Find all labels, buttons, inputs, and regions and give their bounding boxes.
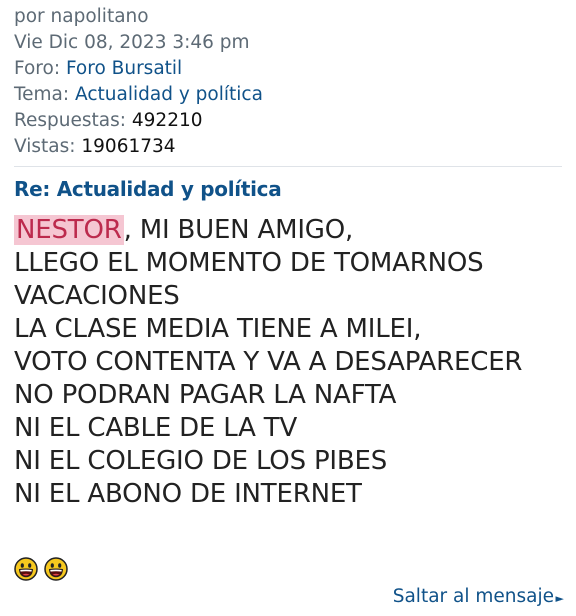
post-line: NO PODRAN PAGAR LA NAFTA bbox=[14, 380, 397, 410]
post-author: por napolitano bbox=[14, 4, 562, 30]
author-line[interactable]: por napolitano bbox=[14, 6, 149, 27]
post-line: VOTO CONTENTA Y VA A DESAPARECER bbox=[14, 347, 523, 377]
post-line: VACACIONES bbox=[14, 281, 180, 311]
views-row: Vistas: 19061734 bbox=[14, 134, 562, 160]
post-line: NI EL COLEGIO DE LOS PIBES bbox=[14, 446, 388, 476]
topic-label: Tema: bbox=[14, 84, 70, 105]
replies-label: Respuestas: bbox=[14, 110, 126, 131]
post-line: NI EL CABLE DE LA TV bbox=[14, 413, 298, 443]
replies-row: Respuestas: 492210 bbox=[14, 108, 562, 134]
forum-label: Foro: bbox=[14, 58, 61, 79]
forum-row: Foro: Foro Bursatil bbox=[14, 56, 562, 82]
post-line: LA CLASE MEDIA TIENE A MILEI, bbox=[14, 314, 422, 344]
post-line: NI EL ABONO DE INTERNET bbox=[14, 479, 362, 509]
search-highlight: NESTOR bbox=[14, 215, 124, 245]
divider bbox=[14, 166, 562, 167]
post-line: LLEGO EL MOMENTO DE TOMARNOS bbox=[14, 248, 484, 278]
views-count: 19061734 bbox=[81, 136, 176, 157]
laughing-smiley-icon bbox=[44, 557, 68, 581]
replies-count: 492210 bbox=[131, 110, 203, 131]
post-body: NESTOR, MI BUEN AMIGO, LLEGO EL MOMENTO … bbox=[14, 214, 562, 511]
post-title-link[interactable]: Re: Actualidad y política bbox=[14, 175, 562, 203]
post-date: Vie Dic 08, 2023 3:46 pm bbox=[14, 30, 562, 56]
laughing-smiley-icon bbox=[14, 557, 38, 581]
topic-row: Tema: Actualidad y política bbox=[14, 82, 562, 108]
search-result-post: por napolitano Vie Dic 08, 2023 3:46 pm … bbox=[14, 4, 562, 511]
post-line-text: , MI BUEN AMIGO, bbox=[123, 215, 354, 245]
post-line: NESTOR, MI BUEN AMIGO, bbox=[14, 214, 562, 247]
topic-link[interactable]: Actualidad y política bbox=[75, 84, 263, 105]
post-date-text: Vie Dic 08, 2023 3:46 pm bbox=[14, 32, 250, 53]
jump-to-post-link[interactable]: Saltar al mensaje bbox=[393, 584, 554, 610]
views-label: Vistas: bbox=[14, 136, 76, 157]
forum-link[interactable]: Foro Bursatil bbox=[66, 58, 182, 79]
smilies-row bbox=[14, 557, 68, 581]
chevron-right-icon: ► bbox=[555, 592, 564, 605]
